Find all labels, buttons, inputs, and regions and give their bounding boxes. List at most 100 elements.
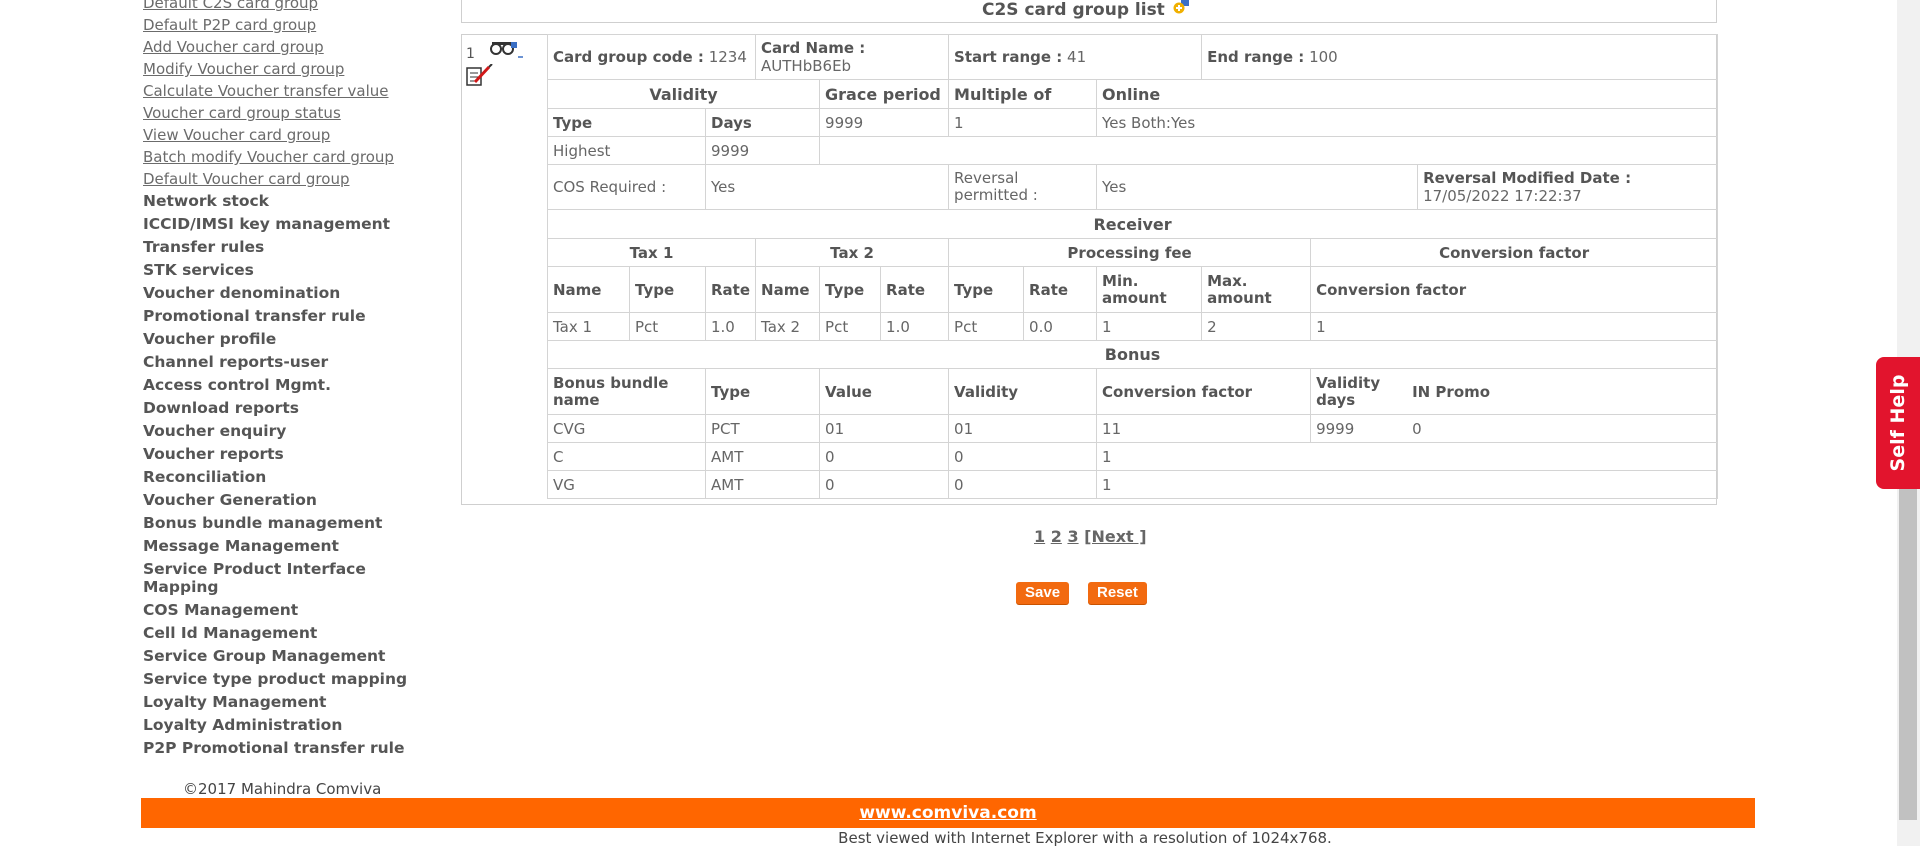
sidebar-item-service-group-management[interactable]: Service Group Management xyxy=(143,645,413,668)
bonus-conversion: 11 xyxy=(1096,414,1312,443)
sidebar-item-promotional-transfer-rule[interactable]: Promotional transfer rule xyxy=(143,305,413,328)
reset-button[interactable]: Reset xyxy=(1088,582,1147,604)
sidebar-item-transfer-rules[interactable]: Transfer rules xyxy=(143,236,413,259)
bonus-type: AMT xyxy=(704,470,821,499)
tax1-name-value: Tax 1 xyxy=(547,312,630,341)
bonus-validity-header: Validity xyxy=(948,368,1098,415)
tax2-rate-header: Rate xyxy=(880,266,950,313)
multiple-of-value: 1 xyxy=(948,108,1098,137)
bonus-value-header: Value xyxy=(819,368,950,415)
add-card-group-icon[interactable] xyxy=(1173,0,1189,14)
tax2-rate-value: 1.0 xyxy=(880,312,950,341)
sidebar-item-cell-id-management[interactable]: Cell Id Management xyxy=(143,622,413,645)
conversion-factor-value: 1 xyxy=(1310,312,1719,341)
sidebar-link-modify-voucher-card-group[interactable]: Modify Voucher card group xyxy=(143,58,413,80)
sidebar-item-download-reports[interactable]: Download reports xyxy=(143,397,413,420)
bonus-name: C xyxy=(547,442,706,471)
sidebar-item-loyalty-administration[interactable]: Loyalty Administration xyxy=(143,714,413,737)
tax1-rate-header: Rate xyxy=(704,266,757,313)
fee-max-value: 2 xyxy=(1201,312,1312,341)
sidebar-item-access-control-mgmt[interactable]: Access control Mgmt. xyxy=(143,374,413,397)
online-header: Online xyxy=(1096,79,1719,109)
bonus-validity-days: 9999 xyxy=(1316,419,1355,438)
tax1-name-header: Name xyxy=(547,266,630,313)
card-name-cell: Card Name : AUTHbB6Eb xyxy=(755,34,950,80)
fee-rate-header: Rate xyxy=(1023,266,1098,313)
sidebar-item-stk-services[interactable]: STK services xyxy=(143,259,413,282)
multiple-of-header: Multiple of xyxy=(948,79,1098,109)
type-header: Type xyxy=(547,108,706,137)
cos-required-label: COS Required : xyxy=(547,164,706,210)
validity-days-value: 9999 xyxy=(704,136,821,165)
start-range-cell: Start range : 41 xyxy=(948,34,1203,80)
scrollbar-thumb[interactable] xyxy=(1899,476,1917,820)
bonus-row: C AMT 0 0 1 xyxy=(547,442,1719,471)
sidebar-link-calculate-voucher-transfer-value[interactable]: Calculate Voucher transfer value xyxy=(143,80,413,102)
reversal-permitted-value: Yes xyxy=(1096,164,1419,210)
card-group-detail-table: Card group code : 1234 Card Name : AUTHbB… xyxy=(546,34,1719,499)
conversion-factor-group-header: Conversion factor xyxy=(1310,238,1719,267)
sidebar-link-default-c2s-card-group[interactable]: Default C2S card group xyxy=(143,0,413,14)
sidebar-link-default-voucher-card-group[interactable]: Default Voucher card group xyxy=(143,168,413,190)
tax1-type-value: Pct xyxy=(629,312,706,341)
days-header: Days xyxy=(704,108,821,137)
bonus-in-promo: 0 xyxy=(1412,419,1422,438)
sidebar-link-batch-modify-voucher-card-group[interactable]: Batch modify Voucher card group xyxy=(143,146,413,168)
sidebar-item-bonus-bundle-management[interactable]: Bonus bundle management xyxy=(143,512,413,535)
validity-type-value: Highest xyxy=(547,136,706,165)
sidebar-item-voucher-reports[interactable]: Voucher reports xyxy=(143,443,413,466)
sidebar-item-iccid-imsi-key-management[interactable]: ICCID/IMSI key management xyxy=(143,213,413,236)
sidebar-item-voucher-enquiry[interactable]: Voucher enquiry xyxy=(143,420,413,443)
card-group-code-cell: Card group code : 1234 xyxy=(546,34,757,80)
receiver-header: Receiver xyxy=(546,209,1719,239)
next-page-link[interactable]: [Next ] xyxy=(1084,527,1146,546)
reversal-modified-date-cell: Reversal Modified Date :17/05/2022 17:22… xyxy=(1417,164,1719,210)
sidebar-link-view-voucher-card-group[interactable]: View Voucher card group xyxy=(143,124,413,146)
edit-icon[interactable] xyxy=(465,64,495,88)
processing-fee-header: Processing fee xyxy=(948,238,1312,267)
bonus-type: AMT xyxy=(704,442,821,471)
sidebar-item-message-management[interactable]: Message Management xyxy=(143,535,413,558)
sidebar-item-p2p-promotional-transfer-rule[interactable]: P2P Promotional transfer rule xyxy=(143,737,413,760)
save-button[interactable]: Save xyxy=(1016,582,1070,604)
page-link-3[interactable]: 3 xyxy=(1067,527,1078,546)
page-link-2[interactable]: 2 xyxy=(1051,527,1062,546)
sidebar-item-channel-reports-user[interactable]: Channel reports-user xyxy=(143,351,413,374)
sidebar-item-voucher-denomination[interactable]: Voucher denomination xyxy=(143,282,413,305)
sidebar-item-service-product-interface-mapping[interactable]: Service Product Interface Mapping xyxy=(143,558,383,599)
fee-min-amount-header: Min. amount xyxy=(1096,266,1203,313)
comviva-website-link[interactable]: www.comviva.com xyxy=(141,803,1755,823)
sidebar-link-add-voucher-card-group[interactable]: Add Voucher card group xyxy=(143,36,413,58)
best-viewed-note: Best viewed with Internet Explorer with … xyxy=(838,829,1332,847)
sidebar-item-cos-management[interactable]: COS Management xyxy=(143,599,413,622)
bonus-value: 0 xyxy=(819,470,950,499)
tax2-name-value: Tax 2 xyxy=(755,312,821,341)
fee-max-amount-header: Max. amount xyxy=(1201,266,1312,313)
sidebar-menu: Default C2S card group Default P2P card … xyxy=(143,0,413,760)
sidebar-link-default-p2p-card-group[interactable]: Default P2P card group xyxy=(143,14,413,36)
bonus-validity: 01 xyxy=(948,414,1098,443)
tax1-rate-value: 1.0 xyxy=(704,312,757,341)
sidebar-item-voucher-profile[interactable]: Voucher profile xyxy=(143,328,413,351)
bonus-header: Bonus xyxy=(546,340,1719,369)
page-link-1[interactable]: 1 xyxy=(1034,527,1045,546)
card-group-code-value: 1234 xyxy=(708,48,747,66)
tax2-header: Tax 2 xyxy=(755,238,950,267)
view-details-icon[interactable] xyxy=(490,39,524,61)
bonus-type: PCT xyxy=(704,414,821,443)
grace-period-header: Grace period xyxy=(819,79,950,109)
self-help-button[interactable]: Self Help xyxy=(1876,357,1920,489)
bonus-conversion: 1 xyxy=(1096,442,1719,471)
sidebar-item-reconciliation[interactable]: Reconciliation xyxy=(143,466,413,489)
sidebar-link-voucher-card-group-status[interactable]: Voucher card group status xyxy=(143,102,413,124)
sidebar-item-network-stock[interactable]: Network stock xyxy=(143,190,413,213)
bonus-validity-days-and-promo-cell: Validity days IN Promo xyxy=(1310,368,1719,415)
self-help-label: Self Help xyxy=(1887,374,1909,472)
footer-bar: www.comviva.com xyxy=(141,798,1755,828)
tax2-name-header: Name xyxy=(755,266,821,313)
sidebar-item-loyalty-management[interactable]: Loyalty Management xyxy=(143,691,413,714)
bonus-validity: 0 xyxy=(948,470,1098,499)
sidebar-item-voucher-generation[interactable]: Voucher Generation xyxy=(143,489,413,512)
sidebar-item-service-type-product-mapping[interactable]: Service type product mapping xyxy=(143,668,413,691)
bonus-validity: 0 xyxy=(948,442,1098,471)
